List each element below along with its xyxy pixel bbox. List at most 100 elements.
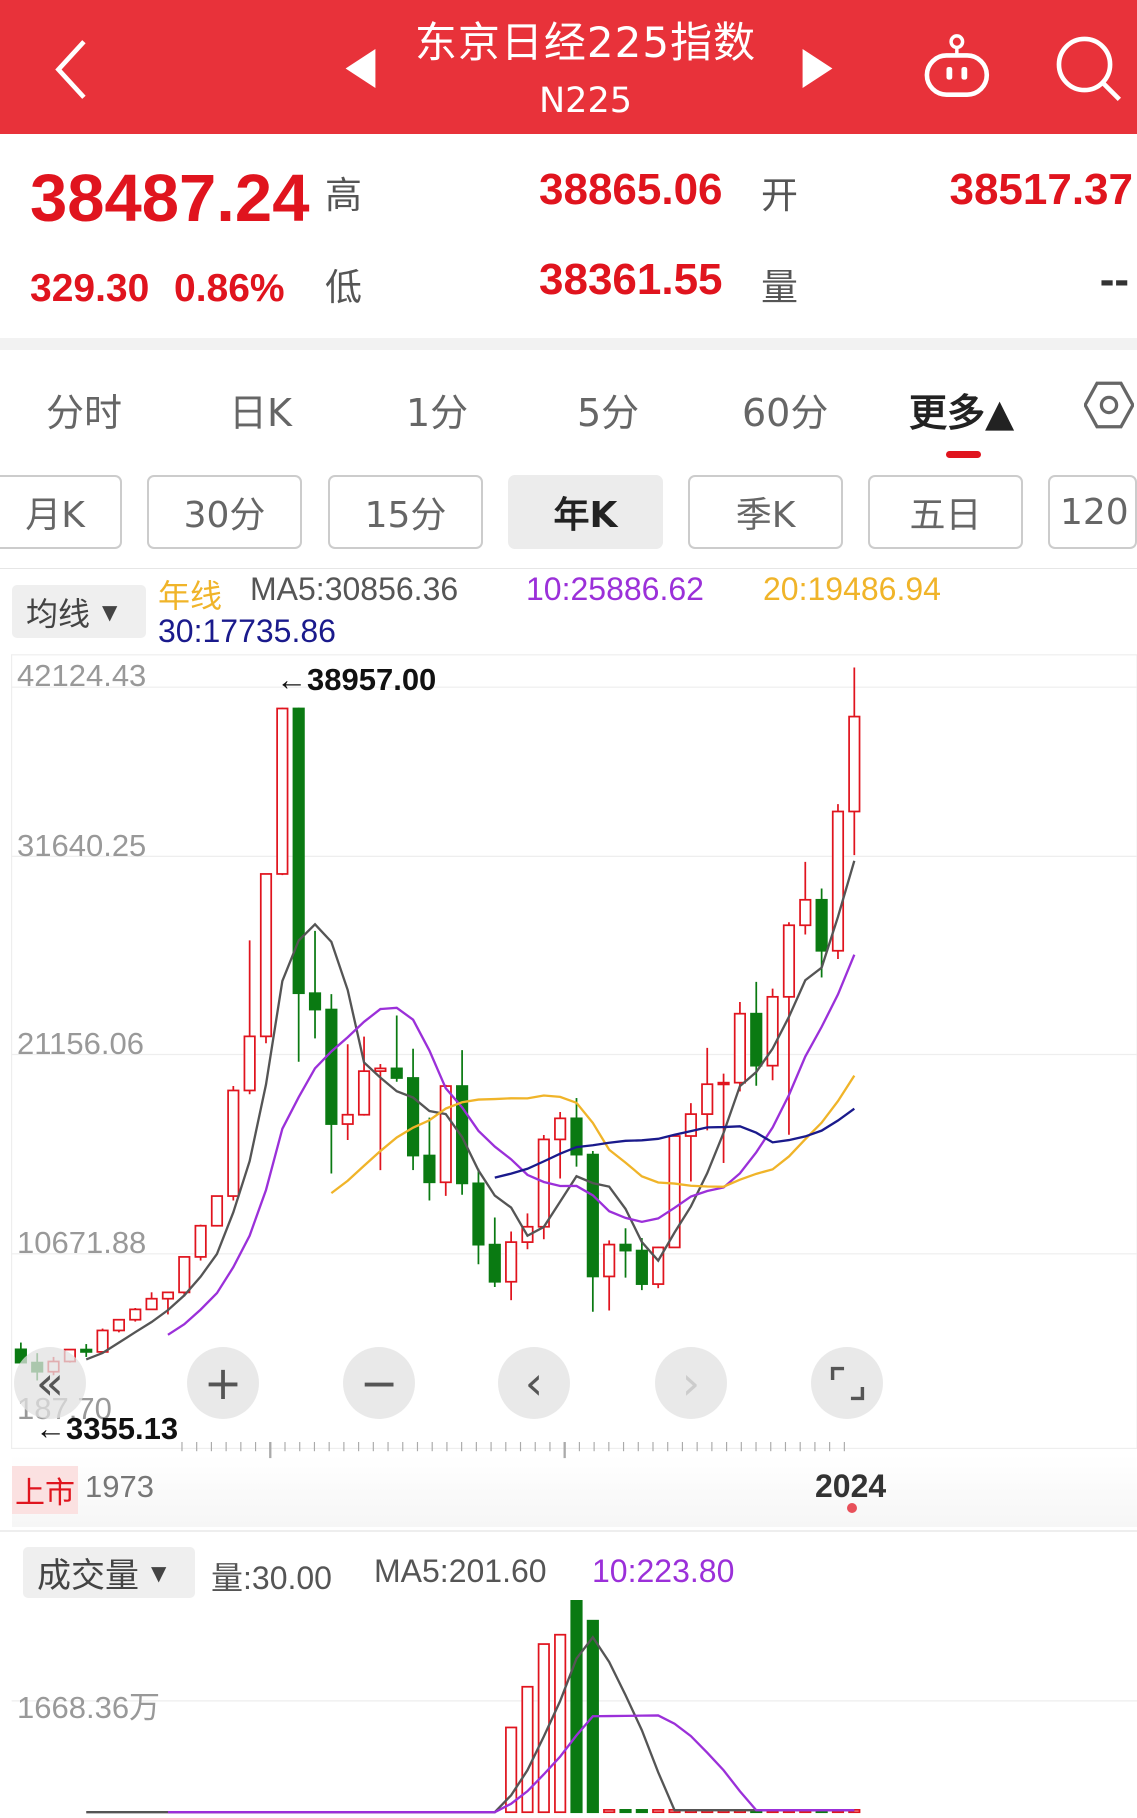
candle-body: [750, 1012, 763, 1067]
fullscreen-button[interactable]: [811, 1347, 883, 1419]
low-label: 低: [325, 266, 362, 309]
volume-selector-label: 成交量: [37, 1556, 139, 1596]
volume-bar: [652, 1809, 665, 1814]
divider: [0, 338, 1137, 350]
candle-body: [374, 1067, 387, 1073]
price-axis-label: 31640.25: [17, 828, 147, 863]
candle-body: [194, 1224, 207, 1258]
candle-body: [210, 1195, 224, 1227]
candle-body: [423, 1154, 436, 1184]
header-bar: 东京日经225指数 N225: [0, 0, 1137, 134]
high-label: 高: [325, 174, 362, 217]
period-30min[interactable]: 30分: [147, 475, 302, 549]
candle-body: [733, 1012, 747, 1084]
candle-body: [357, 1070, 371, 1116]
tab-60min[interactable]: 60分: [742, 382, 828, 437]
period-120[interactable]: 120: [1048, 475, 1137, 549]
candle-body: [815, 898, 828, 952]
candle-body: [472, 1182, 485, 1246]
candle: [848, 667, 861, 856]
candle: [227, 1086, 240, 1201]
candle: [733, 1002, 747, 1092]
ma10-value: 10:25886.62: [526, 571, 704, 607]
chevron-left-icon: ‹: [524, 1356, 544, 1410]
period-quarter[interactable]: 季K: [688, 475, 843, 549]
candle-body: [80, 1348, 93, 1353]
minus-icon: −: [359, 1356, 399, 1410]
candle-body: [227, 1089, 240, 1197]
high-value: 38865.06: [539, 165, 723, 214]
candle: [112, 1318, 126, 1333]
volume-chart[interactable]: [0, 1600, 1137, 1818]
tab-daily-k[interactable]: 日K: [229, 382, 292, 437]
ma-selector[interactable]: 均线 ▼: [12, 585, 146, 638]
scroll-right-button[interactable]: ›: [655, 1347, 727, 1419]
volume-value: --: [1099, 255, 1129, 304]
period-15min[interactable]: 15分: [328, 475, 483, 549]
candle-body: [717, 1081, 730, 1086]
candle: [554, 1111, 567, 1179]
volume-label: 量: [761, 266, 798, 309]
candle: [586, 1150, 599, 1312]
zoom-in-button[interactable]: +: [187, 1347, 259, 1419]
price-change: 329.30: [30, 267, 150, 310]
time-axis-start: 1973: [85, 1469, 154, 1504]
divider: [0, 1530, 1137, 1532]
volume-bar: [554, 1633, 567, 1814]
candle: [472, 1168, 485, 1265]
candle: [701, 1047, 714, 1131]
low-value: 38361.55: [539, 255, 723, 304]
period-5day[interactable]: 五日: [868, 475, 1023, 549]
candle-body: [782, 924, 796, 998]
scroll-left-button[interactable]: ‹: [498, 1347, 570, 1419]
candle-body: [178, 1256, 191, 1294]
volume-bar: [635, 1809, 648, 1814]
volume-ma5-line: [86, 1635, 855, 1814]
time-axis-ticks: [181, 1442, 845, 1459]
candle: [423, 1117, 436, 1201]
period-month[interactable]: 月K: [0, 475, 122, 549]
volume-bar: [619, 1809, 632, 1814]
candle-body: [96, 1329, 109, 1353]
candle-body: [325, 1008, 338, 1125]
ma30-value: 30:17735.86: [158, 613, 336, 649]
candle-body: [586, 1153, 599, 1278]
tab-1min[interactable]: 1分: [406, 382, 468, 437]
candle: [505, 1231, 518, 1301]
plus-icon: +: [203, 1356, 243, 1410]
time-axis[interactable]: [12, 1455, 1137, 1527]
candle: [259, 873, 273, 1044]
candle: [145, 1292, 158, 1311]
tab-more[interactable]: 更多▲: [909, 382, 1014, 437]
volume-indicator-selector[interactable]: 成交量 ▼: [23, 1547, 195, 1598]
price-axis-label: 21156.06: [17, 1026, 144, 1061]
candle: [308, 930, 322, 1039]
tab-intraday[interactable]: 分时: [46, 382, 122, 437]
candlestick-chart[interactable]: [0, 649, 1137, 1460]
scroll-to-start-button[interactable]: «: [14, 1347, 86, 1419]
candle: [194, 1224, 207, 1261]
search-icon[interactable]: [1052, 32, 1124, 104]
zoom-out-button[interactable]: −: [343, 1347, 415, 1419]
robot-assistant-icon[interactable]: [920, 32, 996, 102]
candle-body: [308, 992, 322, 1011]
candle-body: [505, 1241, 518, 1283]
candle: [96, 1328, 109, 1353]
candle: [619, 1228, 632, 1278]
candle: [603, 1240, 616, 1311]
candle: [799, 861, 812, 935]
fullscreen-icon: [830, 1366, 864, 1400]
candle: [80, 1344, 93, 1357]
volume-value: 量:30.00: [211, 1560, 332, 1596]
candle-body: [129, 1308, 142, 1321]
period-year[interactable]: 年K: [508, 475, 663, 549]
settings-icon[interactable]: [1084, 380, 1134, 430]
candle-body: [848, 715, 861, 813]
double-chevron-left-icon: «: [35, 1356, 65, 1410]
candle: [537, 1135, 550, 1240]
candle-body: [488, 1243, 501, 1283]
candle-body: [635, 1249, 648, 1285]
candle-body: [259, 873, 273, 1038]
candle: [717, 1073, 730, 1163]
tab-5min[interactable]: 5分: [577, 382, 639, 437]
